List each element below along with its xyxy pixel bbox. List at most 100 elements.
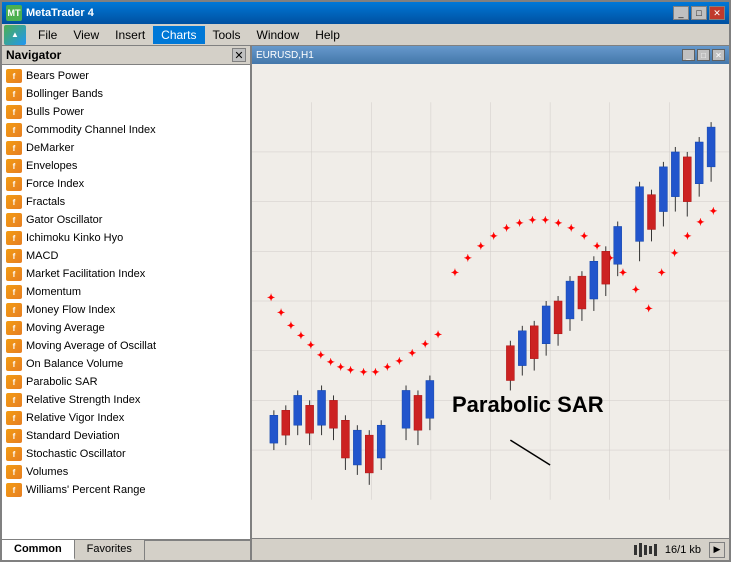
chart-svg: ✦ ✦ ✦ ✦ ✦ ✦ ✦ ✦ ✦ ✦ ✦ ✦ ✦ xyxy=(252,64,729,538)
chart-window: EURUSD,H1 _ □ ✕ xyxy=(252,46,729,538)
svg-text:✦: ✦ xyxy=(327,358,335,369)
indicator-icon: f xyxy=(6,429,22,443)
list-item[interactable]: f Gator Oscillator xyxy=(2,211,250,229)
svg-text:✦: ✦ xyxy=(502,223,510,234)
list-item[interactable]: f Standard Deviation xyxy=(2,427,250,445)
svg-text:✦: ✦ xyxy=(421,340,429,351)
nav-item-label: Relative Strength Index xyxy=(26,394,140,406)
chart-maximize-button[interactable]: □ xyxy=(697,49,710,61)
list-item[interactable]: fMarket Facilitation Index xyxy=(2,265,250,283)
list-item[interactable]: f Relative Strength Index xyxy=(2,391,250,409)
navigator-header: Navigator ✕ xyxy=(2,46,250,65)
tab-common[interactable]: Common xyxy=(2,540,75,560)
svg-text:✦: ✦ xyxy=(277,308,285,319)
navigator-close-button[interactable]: ✕ xyxy=(232,48,246,62)
nav-item-label: Force Index xyxy=(26,178,84,190)
indicator-icon: f xyxy=(6,285,22,299)
nav-item-label: Relative Vigor Index xyxy=(26,412,124,424)
menu-window[interactable]: Window xyxy=(249,26,308,44)
indicator-icon: f xyxy=(6,249,22,263)
svg-text:✦: ✦ xyxy=(515,218,523,229)
indicator-icon: f xyxy=(6,465,22,479)
svg-text:✦: ✦ xyxy=(287,321,295,332)
maximize-button[interactable]: □ xyxy=(691,6,707,20)
indicator-icon: f xyxy=(6,393,22,407)
list-item[interactable]: fRelative Vigor Index xyxy=(2,409,250,427)
list-item[interactable]: fEnvelopes xyxy=(2,157,250,175)
svg-text:✦: ✦ xyxy=(645,304,653,315)
indicator-icon: f xyxy=(6,141,22,155)
status-info: 16/1 kb xyxy=(665,544,701,556)
nav-item-label: Stochastic Oscillator xyxy=(26,448,126,460)
indicator-icon: f xyxy=(6,447,22,461)
svg-text:✦: ✦ xyxy=(709,207,717,218)
indicator-icon: f xyxy=(6,87,22,101)
svg-text:✦: ✦ xyxy=(434,330,442,341)
list-item[interactable]: fMoving Average of Oscillat xyxy=(2,337,250,355)
nav-item-label: Bulls Power xyxy=(26,106,84,118)
navigator-title: Navigator xyxy=(6,48,61,62)
svg-text:✦: ✦ xyxy=(567,223,575,234)
scroll-right-button[interactable]: ▶ xyxy=(709,542,725,558)
svg-text:✦: ✦ xyxy=(632,285,640,296)
list-item[interactable]: fIchimoku Kinko Hyo xyxy=(2,229,250,247)
list-item[interactable]: fMoving Average xyxy=(2,319,250,337)
svg-text:✦: ✦ xyxy=(383,363,391,374)
list-item[interactable]: fWilliams' Percent Range xyxy=(2,481,250,499)
tab-favorites[interactable]: Favorites xyxy=(75,540,145,560)
list-item[interactable]: f Bollinger Bands xyxy=(2,85,250,103)
nav-item-label: Bollinger Bands xyxy=(26,88,103,100)
menu-insert[interactable]: Insert xyxy=(107,26,153,44)
content-area: Navigator ✕ fBears PowerfBollinger Bands… xyxy=(2,46,729,560)
list-item[interactable]: fBulls Power xyxy=(2,103,250,121)
menu-help[interactable]: Help xyxy=(307,26,348,44)
list-item[interactable]: fOn Balance Volume xyxy=(2,355,250,373)
indicator-icon: f xyxy=(6,213,22,227)
list-item[interactable]: f Parabolic SAR xyxy=(2,373,250,391)
svg-text:✦: ✦ xyxy=(593,241,601,252)
list-item[interactable]: fMomentum xyxy=(2,283,250,301)
list-item[interactable]: fFractals xyxy=(2,193,250,211)
indicator-icon: f xyxy=(6,303,22,317)
list-item[interactable]: f MACD xyxy=(2,247,250,265)
nav-item-label: Moving Average of Oscillat xyxy=(26,340,156,352)
window-title: MetaTrader 4 xyxy=(26,7,673,19)
navigator-list[interactable]: fBears PowerfBollinger BandsfBulls Power… xyxy=(2,65,250,539)
indicator-icon: f xyxy=(6,357,22,371)
nav-item-label: MACD xyxy=(26,250,58,262)
list-item[interactable]: fBears Power xyxy=(2,67,250,85)
nav-item-label: Standard Deviation xyxy=(26,430,120,442)
list-item[interactable]: f Money Flow Index xyxy=(2,301,250,319)
indicator-icon: f xyxy=(6,375,22,389)
chart-minimize-button[interactable]: _ xyxy=(682,49,695,61)
nav-item-label: Parabolic SAR xyxy=(26,376,98,388)
nav-item-label: Volumes xyxy=(26,466,68,478)
svg-text:✦: ✦ xyxy=(541,215,549,226)
minimize-button[interactable]: _ xyxy=(673,6,689,20)
nav-item-label: Williams' Percent Range xyxy=(26,484,145,496)
svg-text:✦: ✦ xyxy=(657,268,665,279)
svg-text:✦: ✦ xyxy=(297,331,305,342)
svg-text:✦: ✦ xyxy=(395,357,403,368)
svg-text:✦: ✦ xyxy=(346,366,354,377)
chart-statusbar: 16/1 kb ▶ xyxy=(252,538,729,560)
list-item[interactable]: fDeMarker xyxy=(2,139,250,157)
list-item[interactable]: f Volumes xyxy=(2,463,250,481)
svg-text:✦: ✦ xyxy=(451,268,459,279)
list-item[interactable]: fCommodity Channel Index xyxy=(2,121,250,139)
chart-title: EURUSD,H1 xyxy=(256,50,682,61)
nav-item-label: Money Flow Index xyxy=(26,304,115,316)
menu-charts[interactable]: Charts xyxy=(153,26,204,44)
menu-view[interactable]: View xyxy=(65,26,107,44)
list-item[interactable]: fForce Index xyxy=(2,175,250,193)
nav-item-label: Gator Oscillator xyxy=(26,214,102,226)
window-controls: _ □ ✕ xyxy=(673,6,725,20)
close-button[interactable]: ✕ xyxy=(709,6,725,20)
svg-text:✦: ✦ xyxy=(554,218,562,229)
menu-file[interactable]: File xyxy=(30,26,65,44)
indicator-icon: f xyxy=(6,195,22,209)
indicator-icon: f xyxy=(6,69,22,83)
chart-close-button[interactable]: ✕ xyxy=(712,49,725,61)
list-item[interactable]: f Stochastic Oscillator xyxy=(2,445,250,463)
menu-tools[interactable]: Tools xyxy=(205,26,249,44)
